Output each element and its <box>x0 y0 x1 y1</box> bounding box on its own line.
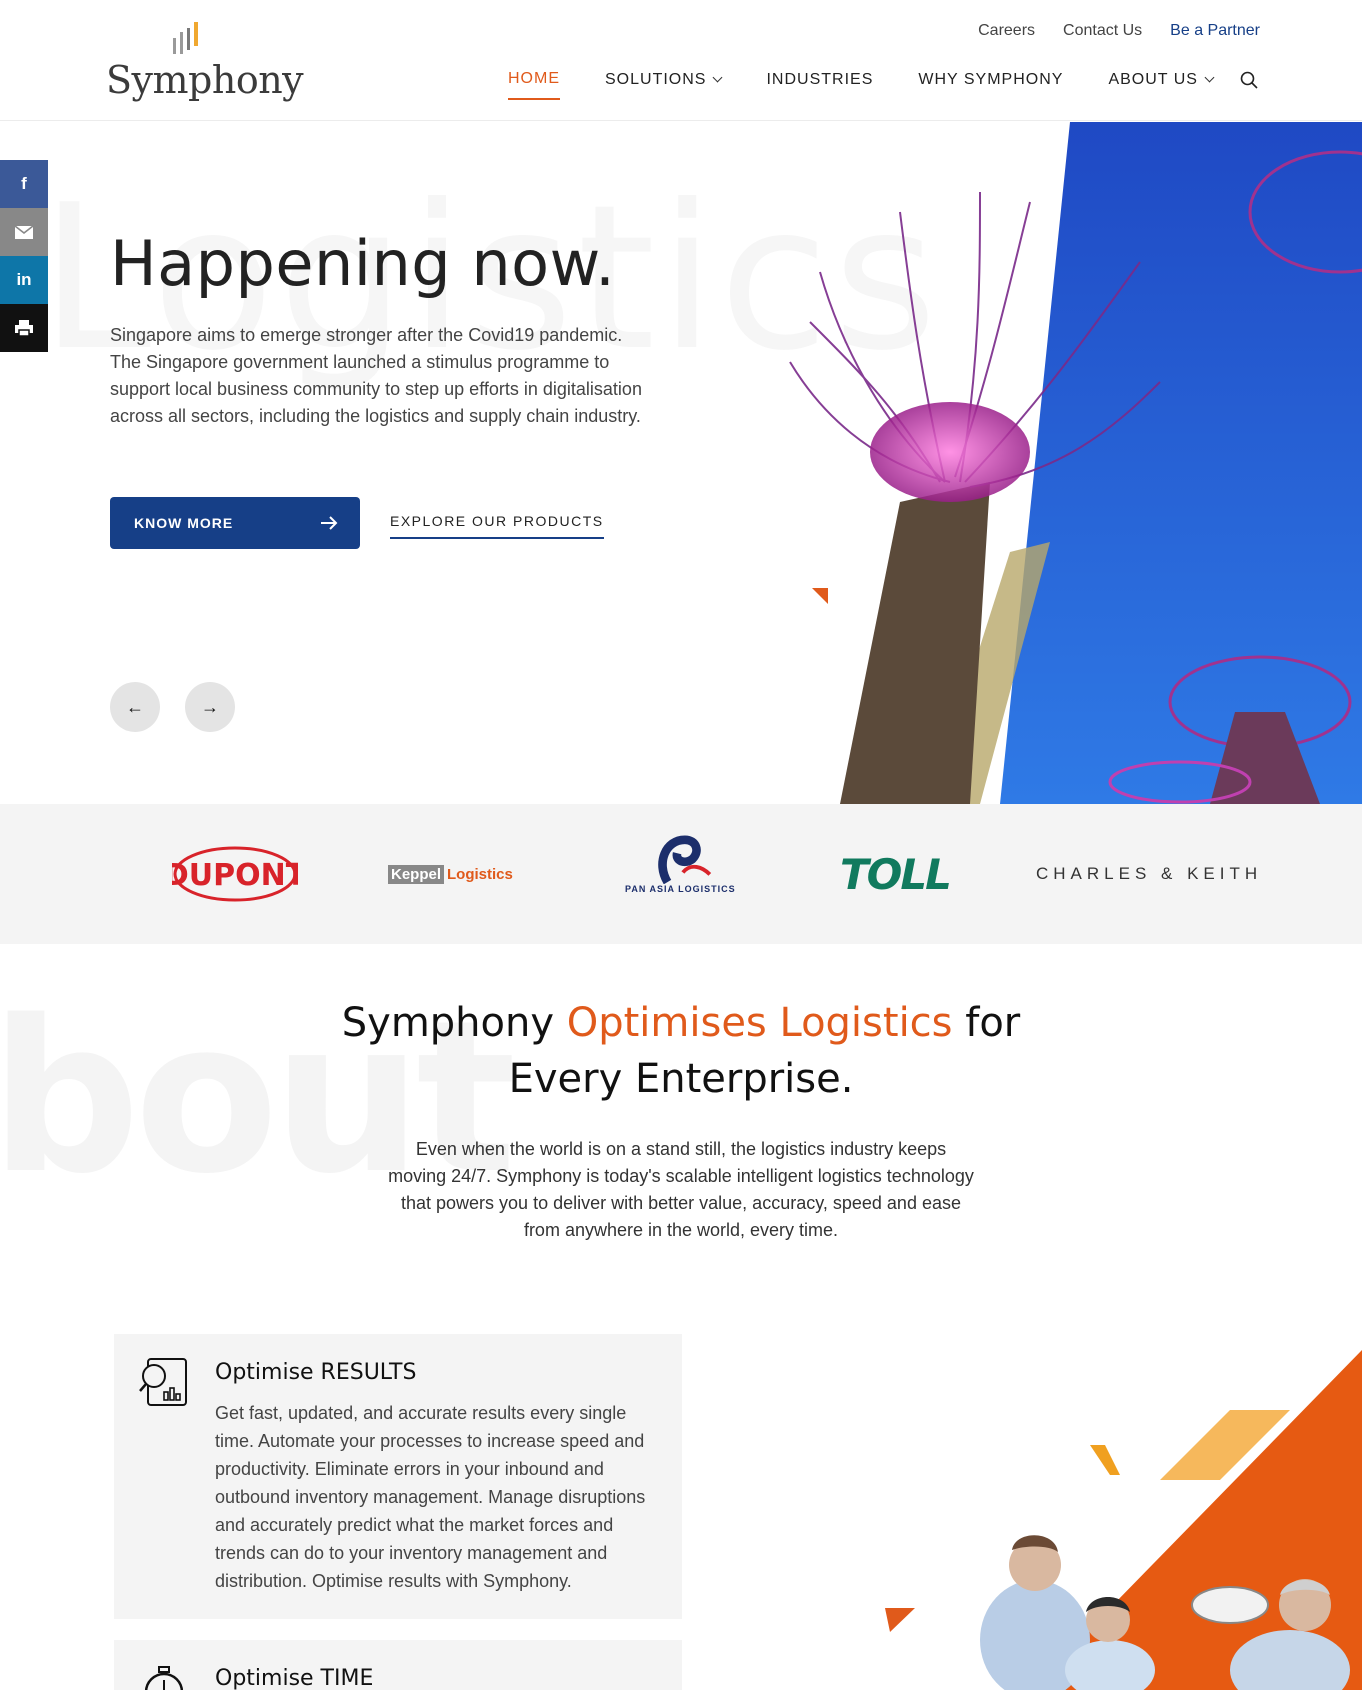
toll-logo-text: TOLL <box>840 849 952 899</box>
charles-keith-logo: CHARLES & KEITH <box>1036 844 1262 904</box>
feature-card-results: Optimise RESULTS Get fast, updated, and … <box>114 1334 682 1619</box>
pan-asia-emblem-icon <box>658 835 712 884</box>
email-icon <box>14 224 34 239</box>
hero-image-supertrees <box>789 122 1362 804</box>
facebook-share-button[interactable]: f <box>0 160 48 208</box>
hero-title: Happening now. <box>110 227 616 300</box>
nav-solutions[interactable]: SOLUTIONS <box>605 71 723 99</box>
nav-home-label: HOME <box>508 70 560 87</box>
about-heading-part-c: Every Enterprise. <box>508 1056 854 1102</box>
symphony-logo[interactable]: Symphony <box>106 20 304 102</box>
contact-link[interactable]: Contact Us <box>1063 22 1142 40</box>
chevron-down-icon <box>713 72 723 83</box>
pan-asia-logo-text: PAN ASIA LOGISTICS <box>625 884 736 894</box>
about-heading: Symphony Optimises Logistics for Every E… <box>0 995 1362 1107</box>
svg-text:DUPONT: DUPONT <box>172 858 298 893</box>
feature-card-time: Optimise TIME <box>114 1640 682 1690</box>
clients-logo-strip: DUPONT Keppel Logistics PAN ASIA LOGISTI… <box>0 804 1362 944</box>
keppel-logo-mark: Keppel <box>388 864 445 884</box>
utility-nav: Careers Contact Us Be a Partner <box>978 22 1260 40</box>
nav-why-symphony[interactable]: WHY SYMPHONY <box>918 71 1063 99</box>
arrow-right-icon <box>321 516 338 530</box>
nav-industries-label: INDUSTRIES <box>766 71 874 88</box>
chevron-down-icon <box>1204 72 1215 83</box>
nav-home[interactable]: HOME <box>508 70 560 100</box>
analytics-search-icon <box>139 1358 187 1406</box>
hero-description: Singapore aims to emerge stronger after … <box>110 325 642 426</box>
linkedin-icon: in <box>16 270 32 289</box>
charles-keith-logo-text: CHARLES & KEITH <box>1036 864 1263 883</box>
nav-solutions-label: SOLUTIONS <box>605 71 707 88</box>
print-button[interactable] <box>0 304 48 352</box>
know-more-label: KNOW MORE <box>134 515 234 531</box>
site-header: Symphony Careers Contact Us Be a Partner… <box>0 0 1362 121</box>
feature-title: Optimise RESULTS <box>215 1360 417 1385</box>
nav-about-us[interactable]: ABOUT US <box>1108 71 1215 99</box>
arrow-right-icon: → <box>201 696 219 717</box>
carousel-next-button[interactable]: → <box>185 682 235 732</box>
nav-industries[interactable]: INDUSTRIES <box>766 71 873 99</box>
email-share-button[interactable] <box>0 208 48 256</box>
carousel-prev-button[interactable]: ← <box>110 682 160 732</box>
about-heading-part-a: Symphony <box>341 1000 567 1046</box>
about-description: Even when the world is on a stand still,… <box>388 1139 974 1240</box>
about-heading-highlight: Optimises Logistics <box>566 1000 953 1046</box>
feature-title: Optimise TIME <box>215 1666 374 1690</box>
nav-about-label: ABOUT US <box>1108 71 1198 88</box>
facebook-icon: f <box>21 174 27 193</box>
toll-logo: TOLL <box>840 844 952 904</box>
social-share-bar: f in <box>0 160 48 352</box>
logo-text: Symphony <box>106 58 304 102</box>
explore-products-link[interactable]: EXPLORE OUR PRODUCTS <box>390 513 604 539</box>
hero-section: Logistics Happening now. Singapore aims … <box>0 122 1362 804</box>
partner-link[interactable]: Be a Partner <box>1170 22 1260 40</box>
arrow-left-icon: ← <box>126 696 144 717</box>
feature-description: Get fast, updated, and accurate results … <box>215 1403 646 1591</box>
keppel-logo-text: Logistics <box>447 865 513 883</box>
know-more-button[interactable]: KNOW MORE <box>110 497 360 549</box>
main-nav: HOME SOLUTIONS INDUSTRIES WHY SYMPHONY A… <box>508 70 1258 100</box>
pan-asia-logistics-logo: PAN ASIA LOGISTICS <box>625 834 736 894</box>
nav-why-label: WHY SYMPHONY <box>918 71 1064 88</box>
careers-link[interactable]: Careers <box>978 22 1035 40</box>
logo-bars-icon <box>173 22 198 54</box>
keppel-logistics-logo: Keppel Logistics <box>388 844 513 904</box>
printer-icon <box>15 320 33 337</box>
stopwatch-icon <box>144 1666 184 1690</box>
linkedin-share-button[interactable]: in <box>0 256 48 304</box>
search-icon[interactable] <box>1240 71 1258 89</box>
about-heading-part-b: for <box>952 1000 1021 1046</box>
lab-workers-image <box>885 1350 1362 1690</box>
dupont-logo: DUPONT <box>172 844 298 904</box>
